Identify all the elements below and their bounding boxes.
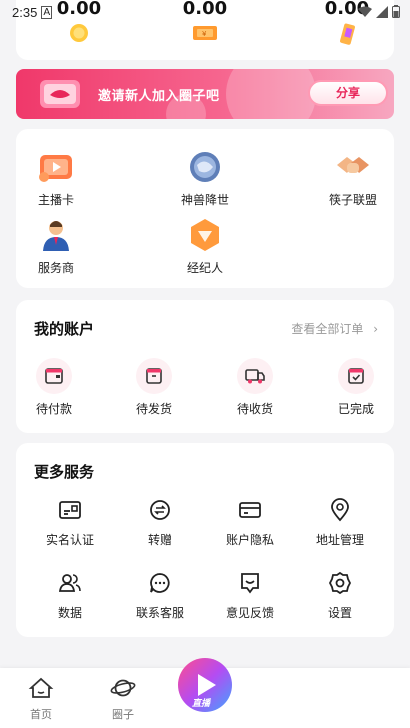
function-item[interactable]: 经纪人 — [160, 215, 250, 276]
service-label: 数据 — [57, 606, 82, 620]
services-card: 更多服务 实名认证 转赠 账户隐私 地址管理 数据 联系客服 意见反馈 设置 — [16, 443, 394, 637]
chevron-right-icon: › — [373, 322, 378, 336]
view-all-label: 查看全部订单 — [291, 322, 364, 336]
service-label: 设置 — [327, 606, 352, 620]
order-label: 已完成 — [337, 402, 374, 416]
view-all-orders-link[interactable]: 查看全部订单 › — [291, 320, 378, 337]
wifi-icon — [358, 6, 372, 17]
service-item[interactable]: 账户隐私 — [205, 497, 295, 548]
card-icon — [239, 502, 261, 518]
service-item[interactable]: 实名认证 — [25, 497, 115, 548]
order-label: 待收货 — [236, 402, 273, 416]
live-button[interactable]: 直播 — [178, 658, 232, 712]
order-item-pending-payment[interactable]: 待付款 — [19, 358, 89, 417]
id-card-icon — [59, 501, 81, 519]
anchor-card-icon — [39, 155, 72, 182]
account-card: 我的账户 查看全部订单 › 待付款 待发货 待收货 已完成 — [16, 300, 394, 433]
battery-icon — [392, 5, 400, 18]
notification-icon: A — [41, 5, 53, 19]
order-icon-bg — [338, 358, 374, 394]
truck-icon — [245, 369, 265, 384]
tab-label: 圈子 — [112, 708, 134, 721]
order-icon-bg — [136, 358, 172, 394]
status-bar: 2:35 A — [0, 0, 410, 24]
service-label: 地址管理 — [315, 533, 364, 547]
service-label: 联系客服 — [135, 606, 184, 620]
location-pin-icon — [331, 498, 349, 522]
transfer-icon — [150, 500, 170, 520]
service-item[interactable]: 地址管理 — [295, 497, 385, 548]
function-item[interactable]: 服务商 — [11, 215, 101, 276]
function-item[interactable]: 主播卡 — [11, 147, 101, 208]
order-item-to-ship[interactable]: 待发货 — [119, 358, 189, 417]
banner-logo-icon — [40, 80, 80, 108]
svg-text:¥: ¥ — [202, 30, 207, 38]
service-item[interactable]: 转赠 — [115, 497, 205, 548]
share-button[interactable]: 分享 — [308, 80, 388, 106]
planet-icon — [110, 679, 136, 697]
signal-icon — [376, 5, 388, 18]
tab-label: 首页 — [30, 708, 52, 721]
function-item[interactable]: 筷子联盟 — [308, 147, 398, 208]
tab-home[interactable]: 首页 — [11, 676, 71, 722]
coin-icon — [70, 24, 88, 42]
gear-icon — [328, 571, 352, 595]
invite-banner[interactable]: 邀请新人加入圈子吧 分享 — [16, 69, 394, 119]
function-label: 服务商 — [37, 261, 74, 275]
globe-beast-icon — [190, 152, 220, 182]
feedback-icon — [241, 573, 259, 594]
box-icon — [146, 368, 162, 384]
wallet-icon — [45, 368, 63, 384]
service-item[interactable]: 数据 — [25, 570, 115, 621]
service-item[interactable]: 设置 — [295, 570, 385, 621]
agent-gem-icon — [191, 219, 219, 251]
function-item[interactable]: 神兽降世 — [160, 147, 250, 208]
phone-card-icon — [340, 23, 355, 45]
handshake-icon — [337, 157, 369, 173]
service-provider-icon — [43, 221, 69, 251]
check-box-icon — [348, 368, 364, 384]
service-item[interactable]: 意见反馈 — [205, 570, 295, 621]
functions-card: 主播卡 神兽降世 筷子联盟 服务商 经纪人 — [16, 129, 394, 288]
service-label: 意见反馈 — [225, 606, 274, 620]
chat-icon — [150, 573, 170, 593]
service-label: 账户隐私 — [225, 533, 274, 547]
ticket-icon: ¥ — [193, 26, 217, 40]
banner-bubble — [226, 69, 316, 119]
service-item[interactable]: 联系客服 — [115, 570, 205, 621]
live-label: 直播 — [192, 699, 211, 709]
service-label: 实名认证 — [45, 533, 94, 547]
order-item-to-receive[interactable]: 待收货 — [220, 358, 290, 417]
tab-circle[interactable]: 圈子 — [93, 676, 153, 722]
banner-text: 邀请新人加入圈子吧 — [98, 89, 220, 104]
function-label: 经纪人 — [186, 261, 223, 275]
status-icons — [358, 5, 400, 18]
function-label: 筷子联盟 — [328, 193, 377, 207]
order-icon-bg — [237, 358, 273, 394]
function-label: 主播卡 — [37, 193, 74, 207]
service-label: 转赠 — [147, 533, 172, 547]
account-title: 我的账户 — [34, 320, 95, 338]
home-icon — [28, 677, 54, 698]
users-icon — [58, 574, 81, 592]
services-title: 更多服务 — [34, 463, 95, 481]
function-label: 神兽降世 — [180, 193, 229, 207]
order-label: 待付款 — [35, 402, 72, 416]
order-item-completed[interactable]: 已完成 — [321, 358, 391, 417]
play-icon — [198, 674, 216, 696]
order-icon-bg — [36, 358, 72, 394]
order-label: 待发货 — [135, 402, 172, 416]
status-time: 2:35 — [12, 4, 38, 20]
